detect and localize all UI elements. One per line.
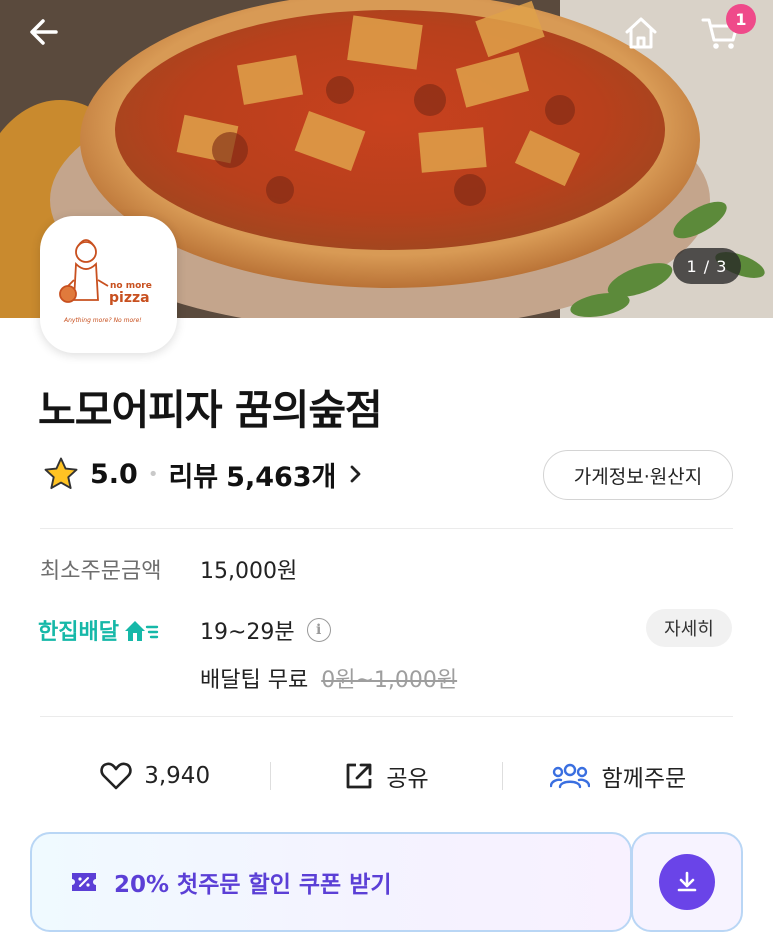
delivery-detail-button[interactable]: 자세히 (646, 609, 732, 647)
delivery-type-badge: 한집배달 (38, 614, 159, 646)
share-button[interactable]: 공유 (271, 759, 501, 793)
delivery-tip: 배달팁 무료 0원~1,000원 (200, 662, 457, 694)
group-icon (549, 763, 590, 789)
delivery-house-icon (124, 621, 159, 641)
group-order-button[interactable]: 함께주문 (503, 759, 733, 793)
tip-label: 배달팁 무료 (200, 668, 309, 693)
coupon-icon (72, 873, 96, 891)
store-logo-image: no more pizza Anything more? No more! (58, 238, 151, 324)
store-logo: no more pizza Anything more? No more! (40, 216, 177, 353)
review-count: 5,463개 (226, 461, 337, 493)
group-order-label: 함께주문 (601, 766, 687, 792)
separator-dot: • (147, 463, 159, 485)
share-label: 공유 (386, 766, 429, 792)
delivery-brand-label: 한집배달 (38, 620, 119, 645)
rating-row: 5.0 • 리뷰 5,463개 (42, 452, 366, 496)
action-bar: 3,940 공유 함께주문 (40, 748, 733, 804)
download-icon (677, 871, 697, 892)
tip-original-price: 0원~1,000원 (321, 668, 458, 693)
divider (40, 528, 733, 529)
share-icon (346, 763, 372, 789)
back-arrow-icon (30, 19, 58, 45)
coupon-download-button[interactable] (631, 832, 743, 932)
review-label: 리뷰 (168, 461, 219, 493)
min-order-value: 15,000원 (200, 559, 298, 584)
chevron-right-icon (351, 465, 361, 483)
store-name: 노모어피자 꿈의숲점 (38, 386, 383, 434)
download-circle (659, 854, 715, 910)
store-info-button[interactable]: 가게정보·원산지 (543, 450, 733, 500)
like-count: 3,940 (144, 763, 211, 789)
home-button[interactable] (622, 14, 668, 60)
logo-text-line2: pizza (109, 290, 150, 306)
coupon-label: 20% 첫주문 할인 쿠폰 받기 (114, 872, 392, 898)
divider (40, 716, 733, 717)
coupon-banner[interactable]: 20% 첫주문 할인 쿠폰 받기 (30, 832, 632, 932)
info-icon[interactable]: i (306, 618, 331, 642)
like-button[interactable]: 3,940 (40, 761, 270, 791)
home-icon (625, 17, 657, 49)
min-order-label: 최소주문금액 (40, 559, 162, 584)
image-counter: 1 / 3 (673, 248, 741, 284)
star-icon (44, 457, 78, 490)
back-button[interactable] (26, 14, 72, 60)
delivery-time: 19~29분 i (200, 614, 331, 646)
delivery-time-value: 19~29분 (200, 620, 295, 645)
rating-value: 5.0 (90, 458, 138, 490)
logo-tagline: Anything more? No more! (63, 317, 142, 324)
review-link[interactable]: 리뷰 5,463개 (168, 455, 366, 494)
cart-count-badge: 1 (726, 4, 756, 34)
heart-icon (100, 762, 132, 790)
